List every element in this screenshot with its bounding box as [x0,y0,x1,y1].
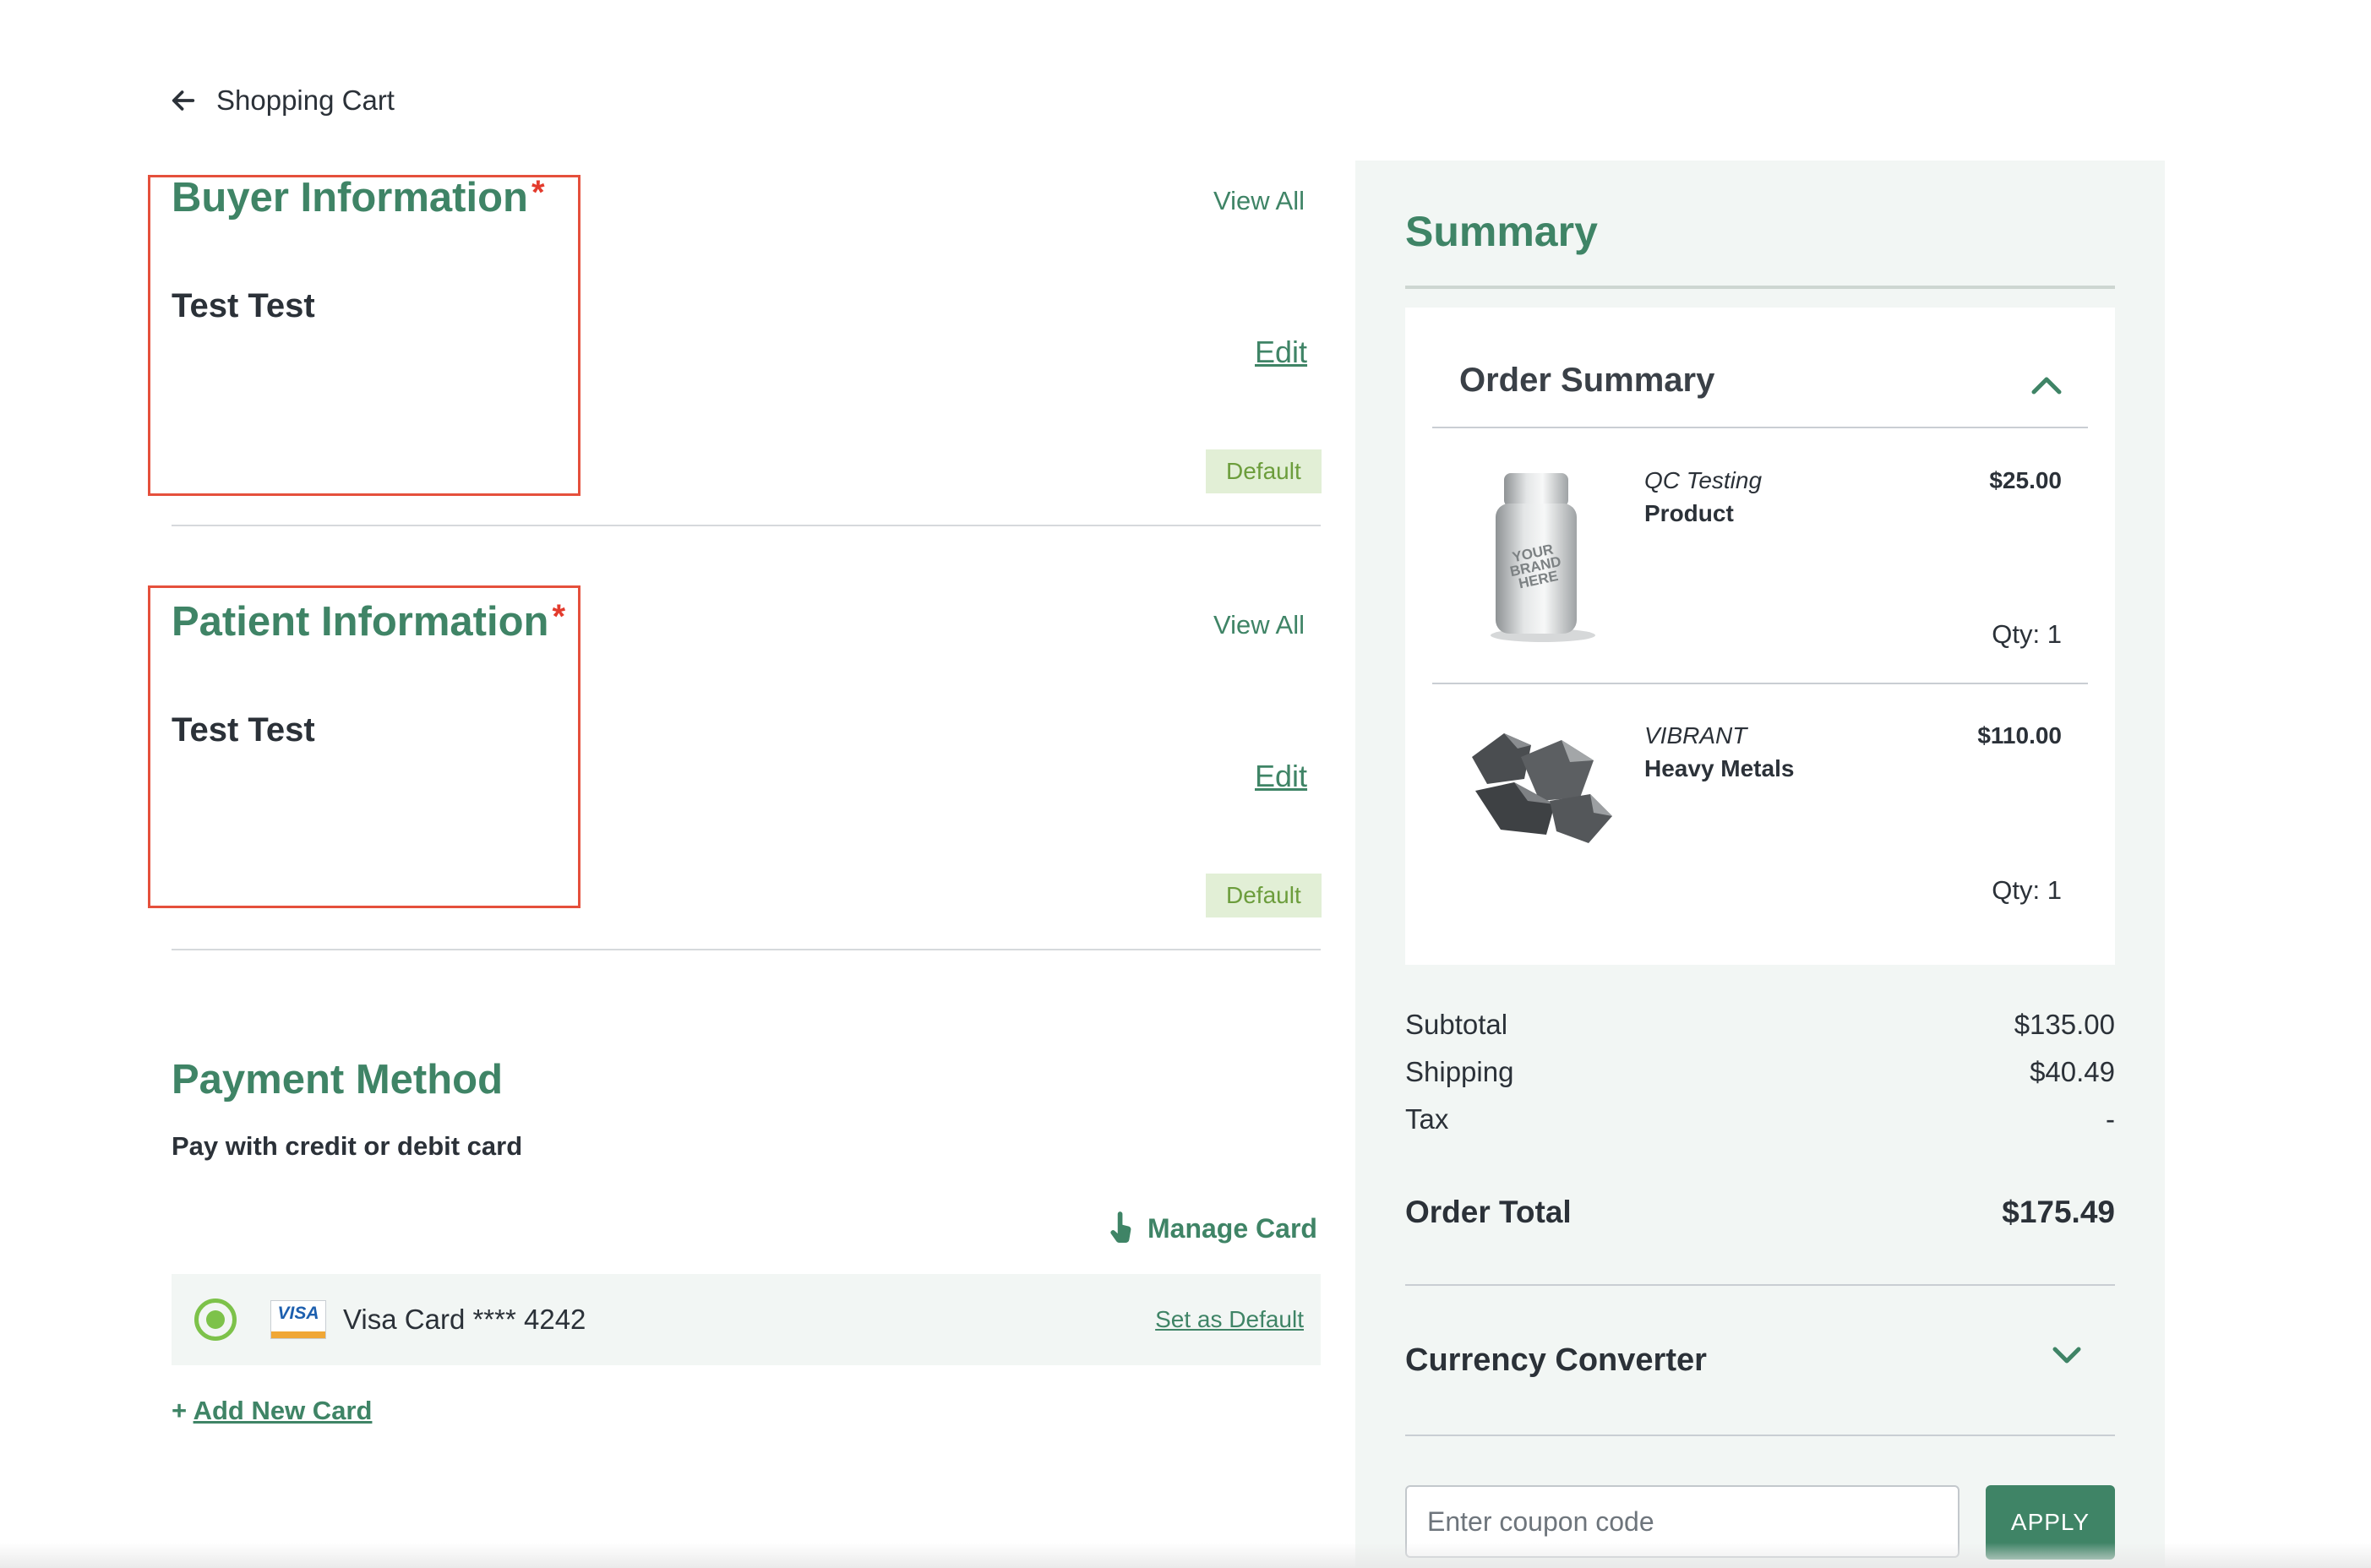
hand-pointer-icon [1110,1211,1131,1244]
product-image-bottle: YOUR BRAND HERE [1477,466,1604,644]
section-divider [172,525,1321,526]
order-summary-title: Order Summary [1459,362,1715,399]
tax-label: Tax [1405,1103,1449,1135]
patient-edit-link[interactable]: Edit [1255,759,1307,794]
patient-title-text: Patient Information [172,599,549,645]
item-qty: Qty: 1 [1992,619,2062,649]
add-new-card-link[interactable]: + Add New Card [172,1396,372,1426]
item-name: Heavy Metals [1644,755,1795,781]
add-new-card-label: Add New Card [193,1396,373,1425]
radio-dot [206,1310,225,1329]
patient-view-all-link[interactable]: View All [1213,610,1305,640]
item-name: Product [1644,500,1734,526]
item-qty: Qty: 1 [1992,875,2062,905]
back-to-cart-link[interactable]: Shopping Cart [169,84,395,117]
visa-card-icon: VISA [270,1300,326,1339]
patient-information-title: Patient Information * [172,598,565,645]
buyer-default-badge: Default [1206,449,1322,493]
plus-icon: + [172,1396,188,1425]
payment-method-title: Payment Method [172,1057,504,1102]
shipping-label: Shipping [1405,1056,1514,1087]
order-summary-divider [1432,427,2088,428]
required-asterisk: * [531,174,545,211]
buyer-view-all-link[interactable]: View All [1213,186,1305,216]
item-category: QC Testing [1644,467,1763,493]
bottom-scroll-shadow [0,1543,2371,1568]
item-category: VIBRANT [1644,722,1747,749]
patient-default-badge: Default [1206,874,1322,917]
order-total-label: Order Total [1405,1195,1572,1229]
currency-divider [1405,1435,2115,1436]
subtotal-label: Subtotal [1405,1009,1508,1040]
set-as-default-link[interactable]: Set as Default [1155,1306,1304,1333]
saved-card-row[interactable]: VISA Visa Card **** 4242 Set as Default [172,1274,1321,1365]
back-label: Shopping Cart [216,84,395,116]
item-price: $25.00 [1989,467,2062,493]
visa-brand-text: VISA [277,1304,319,1323]
payment-subtitle: Pay with credit or debit card [172,1131,523,1161]
required-asterisk: * [552,598,566,635]
summary-title: Summary [1405,208,1598,255]
tax-value: - [2106,1103,2115,1135]
buyer-information-title: Buyer Information * [172,174,545,221]
manage-card-link[interactable]: Manage Card [1107,1210,1317,1247]
patient-name: Test Test [172,711,315,749]
visa-stripe [271,1331,325,1338]
card-label: Visa Card **** 4242 [343,1304,586,1335]
buyer-name: Test Test [172,287,315,324]
buyer-highlight-box [148,175,580,496]
expand-chevron-down-icon[interactable] [2052,1343,2082,1367]
order-total-value: $175.49 [2002,1195,2115,1229]
product-image-metals [1462,723,1622,850]
manage-card-label: Manage Card [1147,1212,1317,1244]
arrow-left-icon [172,90,195,111]
buyer-title-text: Buyer Information [172,175,528,220]
item-price: $110.00 [1977,722,2062,749]
summary-title-underline [1405,286,2115,289]
card-radio-selected[interactable] [194,1298,237,1341]
currency-converter-title[interactable]: Currency Converter [1405,1342,1707,1379]
item-divider [1432,683,2088,684]
subtotal-value: $135.00 [2014,1009,2115,1040]
collapse-chevron-up-icon[interactable] [2030,372,2063,397]
shipping-value: $40.49 [2030,1056,2115,1087]
buyer-edit-link[interactable]: Edit [1255,335,1307,370]
section-divider [172,949,1321,950]
totals-divider [1405,1284,2115,1286]
